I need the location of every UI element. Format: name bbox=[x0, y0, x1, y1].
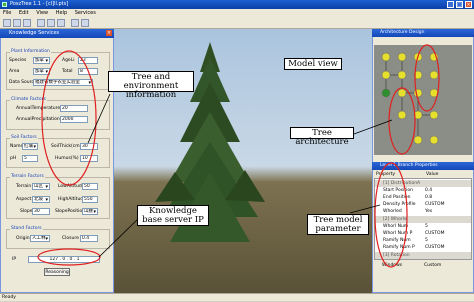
model-view-callout: Model view bbox=[284, 58, 342, 70]
tree-model-parameter-callout: Tree model parameter bbox=[307, 214, 369, 235]
tree-architecture-callout: Tree architecture bbox=[290, 127, 354, 147]
tree-environment-callout: Tree and environment information bbox=[108, 71, 194, 100]
annotation-overlay bbox=[37, 44, 440, 268]
knowledge-base-ip-callout: Knowledge base server IP bbox=[137, 205, 209, 226]
